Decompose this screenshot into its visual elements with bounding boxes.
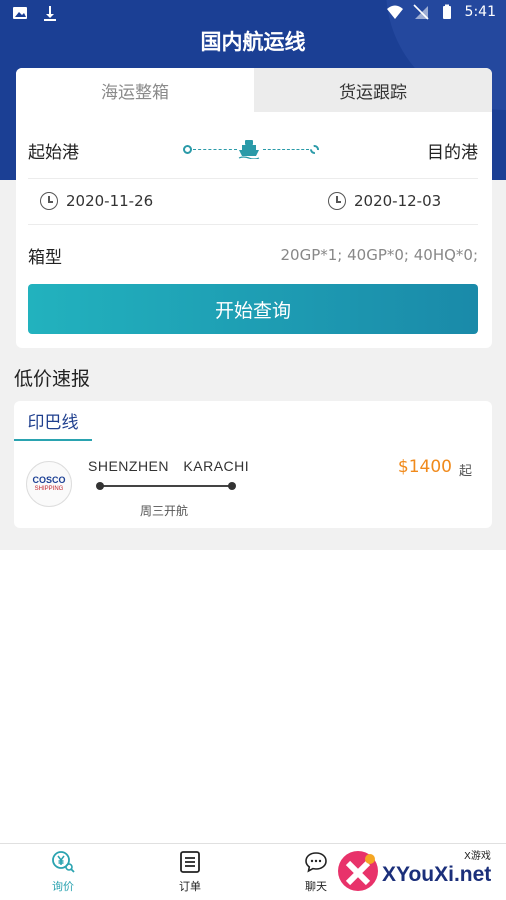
wifi-icon <box>386 5 403 19</box>
divider <box>28 224 478 225</box>
sail-day: 周三开航 <box>140 504 189 518</box>
clock-icon <box>328 192 346 210</box>
nav-label: 询价 <box>52 880 74 893</box>
search-button[interactable]: 开始查询 <box>28 284 478 334</box>
container-type-label: 箱型 <box>28 247 62 268</box>
nav-item-orders[interactable]: 订单 <box>150 850 230 894</box>
route-ports: SHENZHEN KARACHI <box>88 458 249 474</box>
status-bar: 5:41 <box>0 0 506 28</box>
tab-cargo-tracking[interactable]: 货运跟踪 <box>254 68 492 112</box>
logo-text-line1: COSCO <box>32 475 66 485</box>
end-date-picker[interactable]: 2020-12-03 <box>328 192 441 210</box>
start-date-picker[interactable]: 2020-11-26 <box>40 192 153 210</box>
nav-item-inquiry[interactable]: 询价 <box>23 850 103 894</box>
yen-search-icon <box>52 851 75 873</box>
origin-port-selector[interactable]: 起始港 <box>28 138 79 163</box>
watermark: X游戏 XYouXi.net <box>336 843 506 900</box>
start-date-value: 2020-11-26 <box>66 192 154 210</box>
battery-icon <box>442 4 451 19</box>
page-title: 国内航运线 <box>200 30 306 54</box>
no-signal-icon <box>412 4 429 20</box>
low-price-card[interactable]: 印巴线 COSCO SHIPPING SHENZHEN KARACHI 周三开航… <box>14 401 492 528</box>
destination-port-selector[interactable]: 目的港 <box>427 138 478 163</box>
tab-full-container[interactable]: 海运整箱 <box>16 68 254 112</box>
route-graphic <box>183 138 323 162</box>
download-icon <box>44 6 56 21</box>
watermark-small-text: X游戏 <box>464 851 491 862</box>
status-time: 5:41 <box>464 4 496 20</box>
divider <box>28 178 478 179</box>
nav-label: 订单 <box>179 880 201 893</box>
price-value: $1400 <box>397 457 452 477</box>
port-row: 起始港 目的港 <box>28 130 478 170</box>
container-type-row[interactable]: 箱型 20GP*1; 40GP*0; 40HQ*0; <box>28 240 478 270</box>
order-list-icon <box>180 851 200 873</box>
carrier-logo: COSCO SHIPPING <box>26 461 72 507</box>
search-tabs: 海运整箱 货运跟踪 <box>16 68 492 112</box>
origin-port: SHENZHEN <box>88 458 170 474</box>
watermark-text: XYouXi.net <box>382 863 492 886</box>
destination-port: KARACHI <box>183 458 250 474</box>
search-card: 海运整箱 货运跟踪 起始港 目的港 2020-11-26 2020-12-03 <box>16 68 492 348</box>
date-row: 2020-11-26 2020-12-03 <box>28 186 478 216</box>
end-date-value: 2020-12-03 <box>354 192 442 210</box>
tab-india-pakistan[interactable]: 印巴线 <box>14 401 92 441</box>
ship-icon <box>238 140 260 159</box>
image-icon <box>13 7 27 19</box>
clock-icon <box>40 192 58 210</box>
container-type-value: 20GP*1; 40GP*0; 40HQ*0; <box>280 246 478 264</box>
section-title-low-price: 低价速报 <box>14 368 91 390</box>
logo-text-line2: SHIPPING <box>34 486 64 492</box>
nav-label: 聊天 <box>305 880 327 893</box>
game-logo-icon <box>338 851 378 891</box>
chat-icon <box>305 852 327 873</box>
price-suffix: 起 <box>458 464 472 479</box>
route-line <box>96 482 236 490</box>
